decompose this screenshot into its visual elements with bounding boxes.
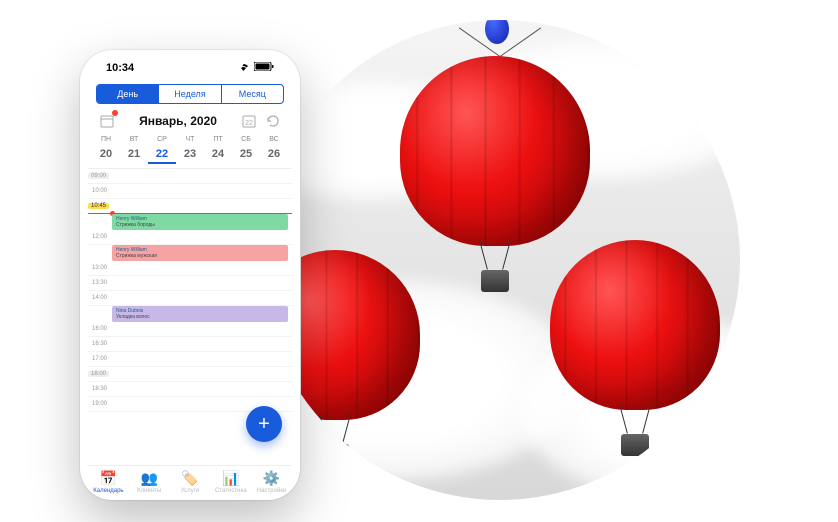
refresh-icon[interactable] <box>264 112 282 130</box>
event-block[interactable]: Henry William Стрижка мужская <box>112 245 288 261</box>
event-block[interactable]: Nina Dubois Укладка волос <box>112 306 288 322</box>
balloon-right-icon <box>550 240 720 456</box>
segment-week[interactable]: Неделя <box>159 85 221 103</box>
day-col[interactable]: ВТ21 <box>120 136 148 164</box>
day-col[interactable]: ВС26 <box>260 136 288 164</box>
calendar-icon: 📅 <box>88 470 129 487</box>
tab-bar: 📅 Календарь 👥 Клиенты 🏷️ Услуги 📊 Статис… <box>88 465 292 494</box>
current-time-pill: 10:45 <box>88 203 109 209</box>
week-row: ПН20 ВТ21 СР22 ЧТ23 ПТ24 СБ25 ВС26 <box>88 136 292 164</box>
day-col[interactable]: СБ25 <box>232 136 260 164</box>
phone-notch <box>135 50 245 72</box>
end-time-pill: 18:00 <box>88 371 109 377</box>
tab-services[interactable]: 🏷️ Услуги <box>170 470 211 494</box>
clients-icon: 👥 <box>129 470 170 487</box>
start-time-pill: 09:00 <box>88 173 109 179</box>
battery-icon <box>254 62 274 74</box>
stats-icon: 📊 <box>210 470 251 487</box>
view-segment: День Неделя Месяц <box>96 84 284 104</box>
add-event-button[interactable]: + <box>246 406 282 442</box>
tab-stats[interactable]: 📊 Статистика <box>210 470 251 494</box>
gear-icon: ⚙️ <box>251 470 292 487</box>
tab-settings[interactable]: ⚙️ Настройки <box>251 470 292 494</box>
day-col[interactable]: ПН20 <box>92 136 120 164</box>
month-title: Январь, 2020 <box>139 114 217 128</box>
services-icon: 🏷️ <box>170 470 211 487</box>
event-block[interactable]: Henry William Стрижка бороды <box>112 214 288 230</box>
notification-icon[interactable] <box>98 112 116 130</box>
status-time: 10:34 <box>106 62 134 74</box>
day-col[interactable]: ЧТ23 <box>176 136 204 164</box>
tab-clients[interactable]: 👥 Клиенты <box>129 470 170 494</box>
backdrop-image <box>260 20 740 500</box>
day-col[interactable]: СР22 <box>148 136 176 164</box>
tab-calendar[interactable]: 📅 Календарь <box>88 470 129 494</box>
segment-month[interactable]: Месяц <box>222 85 283 103</box>
day-col[interactable]: ПТ24 <box>204 136 232 164</box>
today-icon[interactable]: 22 <box>240 112 258 130</box>
calendar-header: Январь, 2020 22 <box>88 112 292 136</box>
phone-frame: 10:34 День Неделя Месяц Январь, 2020 22 <box>80 50 300 500</box>
segment-day[interactable]: День <box>97 85 159 103</box>
svg-text:22: 22 <box>245 120 253 127</box>
